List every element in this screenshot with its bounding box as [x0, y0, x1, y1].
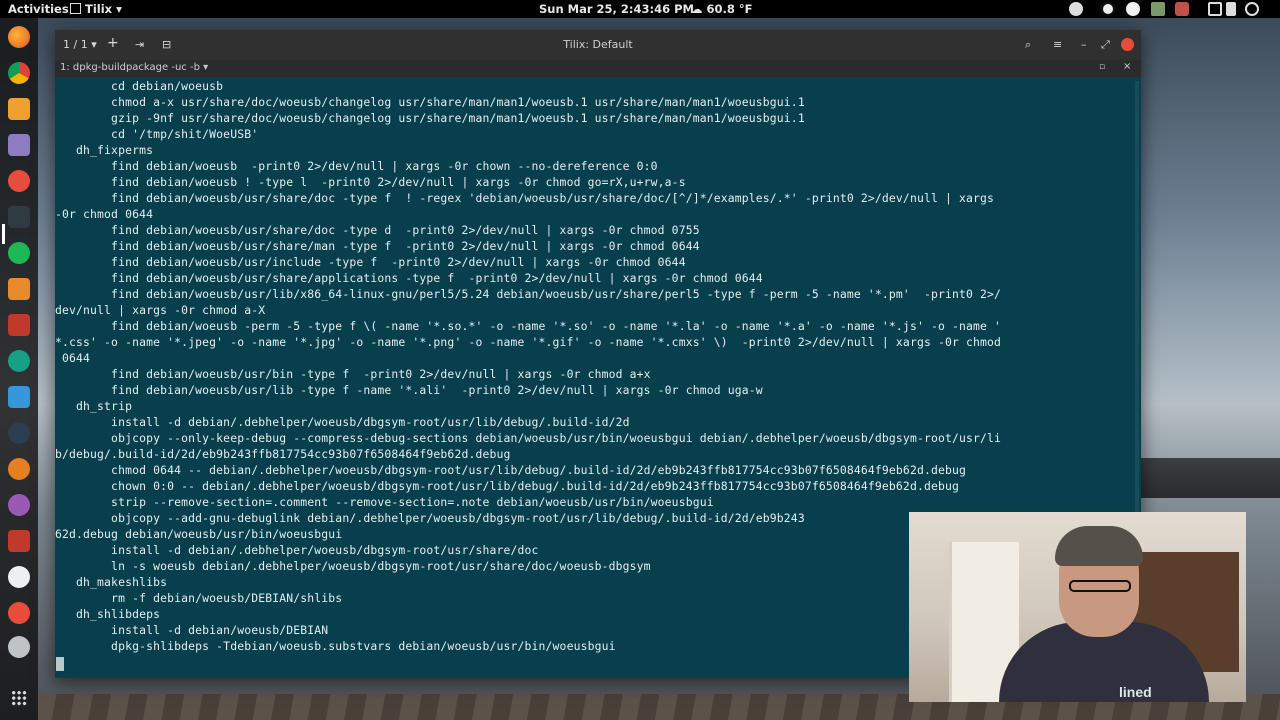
weather-icon: ☁ — [691, 2, 707, 16]
terminal-title-button[interactable]: 1: dpkg-buildpackage -uc -b ▾ — [60, 62, 208, 73]
headset-app-icon[interactable] — [8, 350, 30, 372]
tray-record-icon[interactable] — [1175, 2, 1189, 16]
tray-power-icon[interactable] — [1245, 2, 1259, 16]
red-app-icon[interactable] — [8, 602, 30, 624]
webcam-overlay: lined — [909, 512, 1246, 702]
maximize-button[interactable]: ⤢ — [1101, 38, 1110, 52]
purple-app-icon[interactable] — [8, 494, 30, 516]
terminal-line: objcopy --only-keep-debug --compress-deb… — [55, 431, 1002, 445]
webcam-shirt-text: lined — [1119, 684, 1152, 700]
tilix-icon[interactable] — [8, 206, 30, 228]
terminal-line: chown 0:0 -- debian/.debhelper/woeusb/db… — [55, 479, 959, 493]
terminal-cursor — [56, 657, 64, 671]
terminal-line: dev/null | xargs -0r chmod a-X — [55, 303, 266, 317]
chrome-icon[interactable] — [8, 62, 30, 84]
clock[interactable]: Sun Mar 25, 2:43:46 PM — [539, 2, 694, 16]
terminal-titlebar: 1: dpkg-buildpackage -uc -b ▾ ▫ × — [55, 60, 1141, 77]
close-button[interactable] — [1121, 38, 1134, 51]
terminal-line: find debian/woeusb/usr/share/application… — [55, 271, 763, 285]
app-menu-label: Tilix ▾ — [85, 2, 122, 16]
terminal-line: b/debug/.build-id/2d/eb9b243ffb817754cc9… — [55, 447, 511, 461]
terminal-line: install -d debian/.debhelper/woeusb/dbgs… — [55, 415, 630, 429]
window-titlebar[interactable]: 1 / 1 ▾ + ⇥ ⊟ Tilix: Default ⌕ ≡ – ⤢ — [55, 30, 1141, 60]
terminal-line: find debian/woeusb/usr/share/doc -type f… — [55, 191, 995, 205]
terminal-line: 0644 — [55, 351, 91, 365]
tray-app-icon[interactable] — [1069, 2, 1083, 16]
show-applications-icon[interactable] — [11, 690, 27, 706]
minimize-button[interactable]: – — [1081, 38, 1087, 51]
terminal-line: -0r chmod 0644 — [55, 207, 154, 221]
spotify-icon[interactable] — [8, 242, 30, 264]
mail-icon[interactable] — [8, 278, 30, 300]
window-title: Tilix: Default — [563, 38, 633, 51]
terminal-line: gzip -9nf usr/share/doc/woeusb/changelog… — [55, 111, 805, 125]
terminal-line: find debian/woeusb/usr/include -type f -… — [55, 255, 686, 269]
top-bar: Activities Tilix ▾ Sun Mar 25, 2:43:46 P… — [0, 0, 1280, 18]
tray-network-icon[interactable] — [1208, 2, 1222, 16]
activities-button[interactable]: Activities — [8, 2, 69, 16]
app-menu[interactable]: Tilix ▾ — [70, 2, 122, 16]
red-triangle-app-icon[interactable] — [8, 314, 30, 336]
tray-clipboard-icon[interactable] — [1151, 2, 1165, 16]
terminal-close-icon[interactable]: × — [1123, 61, 1131, 72]
files-icon[interactable] — [8, 98, 30, 120]
filezilla-icon[interactable] — [8, 530, 30, 552]
active-app-indicator — [2, 224, 5, 244]
text-editor-icon[interactable] — [8, 134, 30, 156]
terminal-line: find debian/woeusb ! -type l -print0 2>/… — [55, 175, 686, 189]
blue-app-icon[interactable] — [8, 386, 30, 408]
redditor-icon[interactable] — [8, 170, 30, 192]
git-app-icon[interactable] — [8, 422, 30, 444]
terminal-line: find debian/woeusb/usr/bin -type f -prin… — [55, 367, 651, 381]
webcam-person-hair — [1055, 526, 1143, 566]
terminal-line: cd '/tmp/shit/WoeUSB' — [55, 127, 259, 141]
terminal-line: find debian/woeusb/usr/lib/x86_64-linux-… — [55, 287, 1002, 301]
tray-volume-icon[interactable] — [1226, 2, 1236, 16]
weather-indicator[interactable]: ☁ 60.8 °F — [691, 2, 753, 16]
terminal-line: find debian/woeusb/usr/share/doc -type d… — [55, 223, 700, 237]
terminal-line: find debian/woeusb/usr/share/man -type f… — [55, 239, 700, 253]
tilix-app-icon — [70, 3, 81, 14]
terminal-line: find debian/woeusb/usr/lib -type f -name… — [55, 383, 763, 397]
menu-icon[interactable]: ≡ — [1053, 38, 1062, 51]
terminal-line: *.css' -o -name '*.jpeg' -o -name '*.jpg… — [55, 335, 1002, 349]
tray-check-icon[interactable] — [1126, 2, 1140, 16]
terminal-line: dh_fixperms — [55, 143, 154, 157]
webcam-person-glasses — [1069, 580, 1131, 592]
calendar-icon[interactable] — [8, 566, 30, 588]
terminal-line: find debian/woeusb -perm -5 -type f \( -… — [55, 319, 1002, 333]
terminal-line: cd debian/woeusb — [55, 79, 224, 93]
wallpaper-pier — [1140, 458, 1280, 498]
terminal-line: dh_strip — [55, 399, 133, 413]
tray-wifi-icon[interactable] — [1101, 2, 1115, 16]
orange-app-icon[interactable] — [8, 458, 30, 480]
weather-temp: 60.8 °F — [706, 2, 753, 16]
terminal-line: chmod 0644 -- debian/.debhelper/woeusb/d… — [55, 463, 967, 477]
webcam-app-icon[interactable] — [8, 636, 30, 658]
terminal-line: strip --remove-section=.comment --remove… — [55, 495, 714, 509]
terminal-line: chmod a-x usr/share/doc/woeusb/changelog… — [55, 95, 805, 109]
dock — [0, 18, 38, 720]
firefox-icon[interactable] — [8, 26, 30, 48]
search-icon[interactable]: ⌕ — [1025, 38, 1031, 52]
terminal-line: find debian/woeusb -print0 2>/dev/null |… — [55, 159, 658, 173]
terminal-maximize-icon[interactable]: ▫ — [1099, 62, 1105, 72]
